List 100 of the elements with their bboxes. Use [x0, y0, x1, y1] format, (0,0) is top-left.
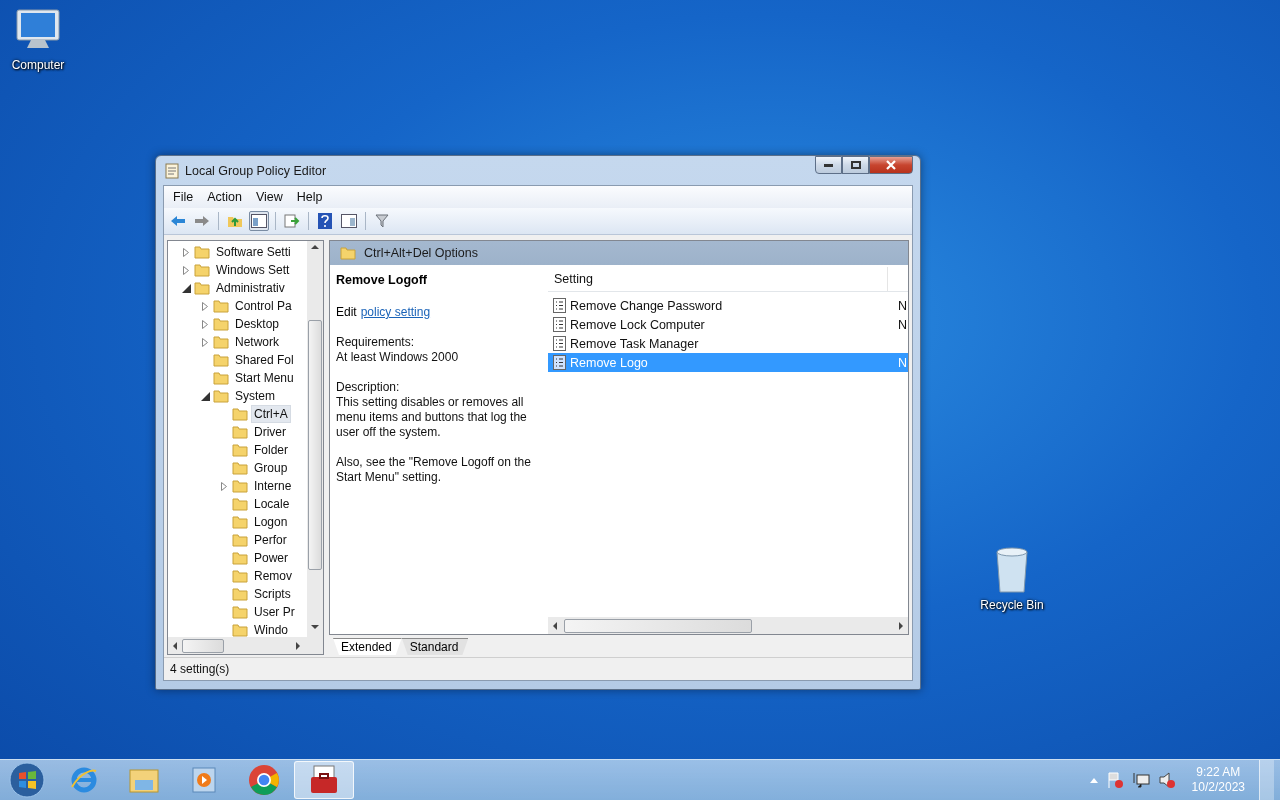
menu-item[interactable]: Help	[289, 190, 330, 204]
folder-up-icon	[227, 214, 243, 228]
media-player-icon	[191, 766, 217, 794]
expand-arrow-icon[interactable]	[202, 301, 208, 311]
tree-item[interactable]: User Pr	[251, 603, 298, 621]
tree-item[interactable]: Windows Sett	[213, 261, 293, 279]
expand-arrow-icon[interactable]	[202, 337, 208, 347]
flag-icon[interactable]	[1105, 771, 1124, 789]
scroll-right-icon[interactable]	[295, 641, 301, 650]
tree-item[interactable]: Interne	[251, 477, 295, 495]
maximize-button[interactable]	[842, 156, 869, 174]
folder-icon	[232, 479, 248, 493]
show-hidden-icons-icon[interactable]	[1089, 777, 1098, 783]
show-pane-button[interactable]	[339, 211, 359, 231]
note-text: Also, see the "Remove Logoff on the Start Menu" setting.	[336, 455, 532, 485]
menu-item[interactable]: File	[166, 190, 201, 204]
scroll-left-icon[interactable]	[552, 621, 558, 630]
tree-item[interactable]: Power	[251, 549, 291, 567]
folder-icon	[232, 587, 248, 601]
setting-row[interactable]: Remove Change Password N	[548, 296, 908, 315]
tree-item[interactable]: Network	[232, 333, 282, 351]
tree-item[interactable]: Administrativ	[213, 279, 288, 297]
folder-icon	[232, 533, 248, 547]
folder-icon	[232, 461, 248, 475]
filter-icon	[375, 214, 389, 228]
folder-icon	[232, 605, 248, 619]
tree-item[interactable]: Shared Fol	[232, 351, 297, 369]
setting-name: Remove Lock Computer	[570, 317, 706, 332]
close-button[interactable]	[869, 156, 913, 174]
speaker-icon[interactable]	[1157, 771, 1176, 789]
folder-icon	[340, 246, 356, 260]
edit-label: Edit	[336, 305, 357, 320]
forward-arrow-icon	[194, 215, 210, 227]
export-list-button[interactable]	[282, 211, 302, 231]
folder-icon	[213, 389, 229, 403]
expand-arrow-icon[interactable]	[202, 319, 208, 329]
horizontal-scrollbar[interactable]	[168, 637, 323, 654]
desktop-icon-label[interactable]: Recycle Bin	[980, 598, 1044, 612]
collapse-arrow-icon[interactable]	[181, 283, 191, 293]
minimize-button[interactable]	[815, 156, 842, 174]
tree-item[interactable]: System	[232, 387, 278, 405]
policy-setting-link[interactable]: policy setting	[360, 305, 431, 320]
view-tab[interactable]: Standard	[401, 638, 469, 655]
tree-item[interactable]: Driver	[251, 423, 289, 441]
menu-item[interactable]: View	[248, 190, 290, 204]
help-icon	[318, 213, 332, 229]
setting-row[interactable]: Remove Lock Computer N	[548, 315, 908, 334]
horizontal-scrollbar[interactable]	[548, 617, 908, 634]
policy-icon	[553, 317, 566, 332]
scroll-down-icon[interactable]	[311, 624, 319, 630]
back-arrow-icon	[170, 215, 186, 227]
show-tree-button[interactable]	[249, 211, 269, 231]
menu-item[interactable]: Action	[200, 190, 249, 204]
tree-item[interactable]: Ctrl+A	[251, 405, 291, 423]
tree-item[interactable]: Desktop	[232, 315, 283, 333]
scroll-up-icon[interactable]	[311, 244, 319, 250]
collapse-arrow-icon[interactable]	[200, 391, 210, 401]
folder-icon	[232, 443, 248, 457]
setting-name: Remove Change Password	[570, 298, 724, 313]
tree-item[interactable]: Logon	[251, 513, 291, 531]
column-header[interactable]: Setting	[548, 267, 888, 291]
expand-arrow-icon[interactable]	[221, 481, 227, 491]
folder-icon	[232, 569, 248, 583]
setting-row[interactable]: Remove Task Manager	[548, 334, 908, 353]
tree-item[interactable]: Software Setti	[213, 243, 294, 261]
maximize-icon	[850, 161, 861, 169]
tree-item[interactable]: Control Pa	[232, 297, 295, 315]
start-button[interactable]	[9, 762, 45, 798]
expand-arrow-icon[interactable]	[183, 247, 189, 257]
panel-icon	[341, 214, 357, 228]
toolbox-icon	[308, 765, 340, 795]
taskbar-button[interactable]	[294, 761, 354, 799]
scroll-right-icon[interactable]	[898, 621, 904, 630]
expand-arrow-icon[interactable]	[183, 265, 189, 275]
policy-icon	[553, 336, 566, 351]
state-cell: N	[898, 317, 908, 332]
desktop-icon-label[interactable]: Computer	[11, 58, 65, 72]
tree-item[interactable]: Locale	[251, 495, 293, 513]
tree-item[interactable]: Scripts	[251, 585, 294, 603]
chrome-icon	[248, 764, 280, 796]
network-icon[interactable]	[1131, 771, 1150, 789]
tree-item[interactable]: Folder	[251, 441, 291, 459]
description-text: This setting disables or removes all menu items and buttons that log the user off the system.	[336, 395, 528, 440]
requirements-label: Requirements:	[336, 335, 416, 350]
tree-item[interactable]: Windo	[251, 621, 291, 637]
setting-title: Remove Logoff	[336, 273, 428, 287]
scroll-left-icon[interactable]	[172, 641, 178, 650]
browser-e-icon	[69, 765, 99, 795]
tree-item[interactable]: Group	[251, 459, 291, 477]
tree-item[interactable]: Perfor	[251, 531, 290, 549]
folder-icon	[232, 515, 248, 529]
tree-item[interactable]: Remov	[251, 567, 295, 585]
description-label: Description:	[336, 380, 401, 395]
vertical-scrollbar[interactable]	[307, 241, 323, 637]
folder-icon	[213, 335, 229, 349]
help-button[interactable]	[315, 211, 335, 231]
view-tab[interactable]: Extended	[333, 638, 402, 655]
tree-item[interactable]: Start Menu	[232, 369, 297, 387]
app-icon	[165, 162, 179, 179]
state-cell: N	[898, 355, 908, 370]
